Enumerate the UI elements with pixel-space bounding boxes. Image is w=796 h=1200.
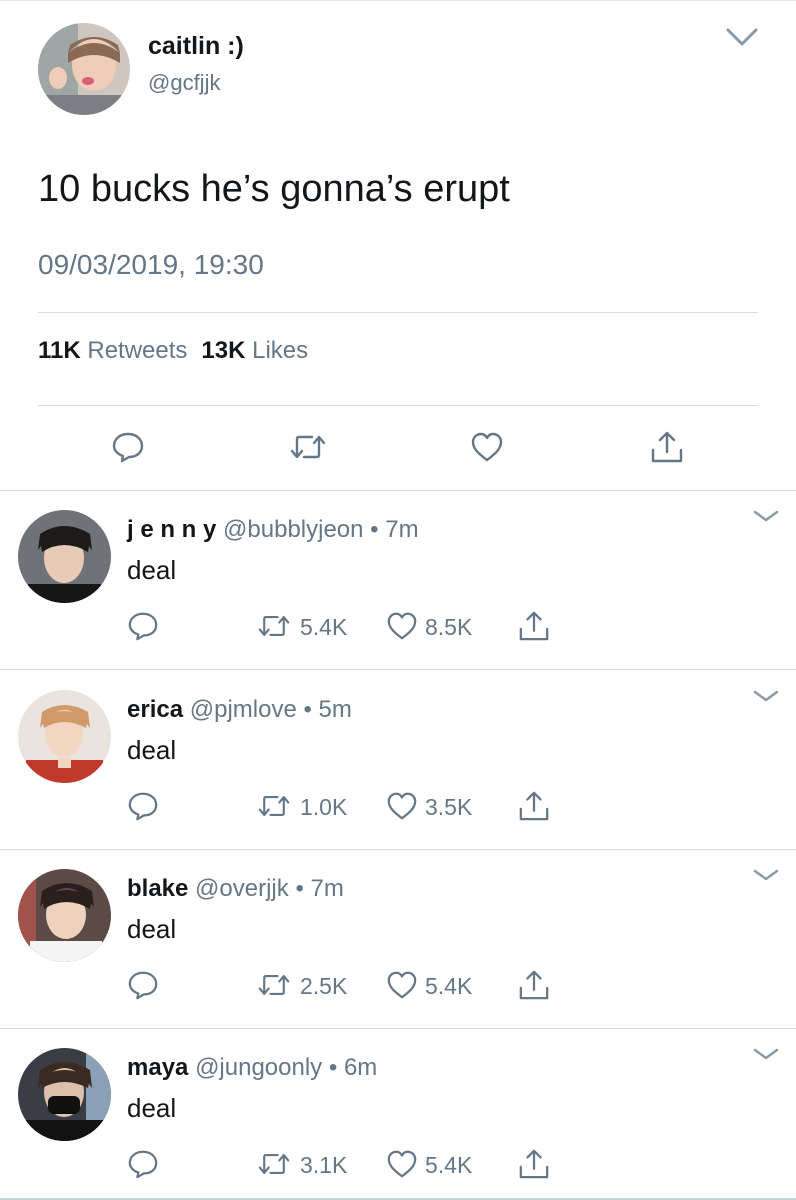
separator-dot: •: [328, 1054, 338, 1081]
author-name[interactable]: caitlin :): [148, 32, 244, 61]
retweet-icon[interactable]: [258, 790, 290, 822]
reply-text: deal: [127, 735, 177, 765]
avatar[interactable]: [18, 869, 111, 962]
reply-author-handle[interactable]: @overjjk: [195, 875, 289, 902]
reply-time[interactable]: 5m: [319, 696, 352, 723]
likes-count: 13K: [201, 337, 246, 364]
chevron-down-icon[interactable]: [752, 1046, 780, 1062]
reply-time[interactable]: 7m: [311, 875, 344, 902]
reply-icon[interactable]: [127, 610, 159, 642]
chevron-down-icon[interactable]: [752, 867, 780, 883]
like-count: 5.4K: [425, 973, 473, 999]
reply-tweet[interactable]: erica @pjmlove • 5m deal 1.0K 3.5K: [0, 670, 796, 850]
author-handle[interactable]: @gcfjjk: [148, 70, 220, 96]
chevron-down-icon[interactable]: [752, 508, 780, 524]
retweets-count: 11K: [38, 337, 81, 364]
reply-author-handle[interactable]: @pjmlove: [190, 696, 297, 723]
reply-text: deal: [127, 914, 177, 944]
retweets-label: Retweets: [87, 337, 188, 364]
reply-time[interactable]: 7m: [385, 516, 418, 543]
reply-author-name[interactable]: erica: [127, 696, 183, 723]
like-count: 3.5K: [425, 794, 473, 820]
main-tweet: caitlin :) @gcfjjk 10 bucks he’s gonna’s…: [0, 0, 796, 491]
reply-header: erica @pjmlove • 5m: [127, 696, 352, 724]
reply-header: j e n n y @bubblyjeon • 7m: [127, 516, 419, 544]
avatar[interactable]: [18, 1048, 111, 1141]
reply-icon[interactable]: [127, 969, 159, 1001]
separator-dot: •: [295, 875, 304, 902]
share-icon[interactable]: [518, 969, 550, 1001]
retweet-count: 3.1K: [300, 1152, 348, 1178]
reply-icon[interactable]: [127, 1148, 159, 1180]
engagement-stats: 11K Retweets 13K Likes: [38, 337, 308, 365]
share-icon[interactable]: [518, 1148, 550, 1180]
reply-icon[interactable]: [111, 430, 145, 464]
retweet-count: 2.5K: [300, 973, 348, 999]
tweet-text: 10 bucks he’s gonna’s erupt: [38, 168, 510, 210]
retweet-icon[interactable]: [258, 610, 290, 642]
chevron-down-icon[interactable]: [724, 24, 760, 50]
separator-dot: •: [370, 516, 379, 543]
reply-author-name[interactable]: blake: [127, 875, 188, 902]
reply-header: maya @jungoonly • 6m: [127, 1054, 377, 1082]
divider: [38, 312, 758, 313]
tweet-timestamp[interactable]: 09/03/2019, 19:30: [38, 249, 264, 281]
reply-text: deal: [127, 1093, 177, 1123]
retweet-icon[interactable]: [290, 430, 326, 464]
like-count: 8.5K: [425, 614, 473, 640]
separator-dot: •: [303, 696, 312, 723]
chevron-down-icon[interactable]: [752, 688, 780, 704]
divider: [38, 405, 758, 406]
avatar[interactable]: [38, 23, 130, 115]
retweets-stat[interactable]: 11K Retweets: [38, 337, 187, 364]
reply-author-name[interactable]: maya: [127, 1054, 188, 1081]
like-icon[interactable]: [386, 969, 418, 1001]
reply-text: deal: [127, 555, 177, 585]
share-icon[interactable]: [650, 430, 684, 464]
reply-tweet[interactable]: blake @overjjk • 7m deal 2.5K 5.4K: [0, 849, 796, 1029]
like-icon[interactable]: [470, 430, 504, 464]
reply-icon[interactable]: [127, 790, 159, 822]
retweet-icon[interactable]: [258, 969, 290, 1001]
avatar[interactable]: [18, 510, 111, 603]
reply-author-name[interactable]: j e n n y: [127, 516, 216, 543]
share-icon[interactable]: [518, 790, 550, 822]
reply-header: blake @overjjk • 7m: [127, 875, 344, 903]
retweet-icon[interactable]: [258, 1148, 290, 1180]
avatar[interactable]: [18, 690, 111, 783]
like-count: 5.4K: [425, 1152, 473, 1178]
like-icon[interactable]: [386, 610, 418, 642]
reply-time[interactable]: 6m: [344, 1054, 377, 1081]
reply-tweet[interactable]: j e n n y @bubblyjeon • 7m deal 5.4K 8.5…: [0, 490, 796, 670]
likes-label: Likes: [252, 337, 309, 364]
likes-stat[interactable]: 13K Likes: [201, 337, 308, 364]
share-icon[interactable]: [518, 610, 550, 642]
reply-author-handle[interactable]: @jungoonly: [195, 1054, 322, 1081]
reply-author-handle[interactable]: @bubblyjeon: [223, 516, 363, 543]
like-icon[interactable]: [386, 1148, 418, 1180]
reply-tweet[interactable]: maya @jungoonly • 6m deal 3.1K 5.4K: [0, 1028, 796, 1200]
retweet-count: 1.0K: [300, 794, 348, 820]
like-icon[interactable]: [386, 790, 418, 822]
retweet-count: 5.4K: [300, 614, 348, 640]
